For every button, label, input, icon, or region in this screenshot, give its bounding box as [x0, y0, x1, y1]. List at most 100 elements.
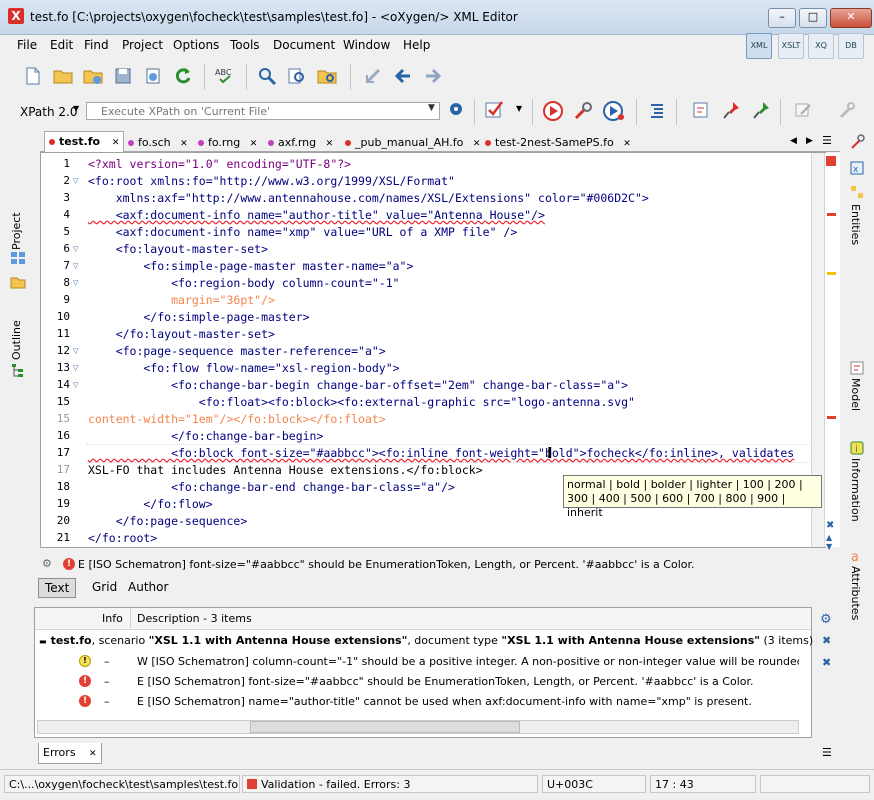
close-tab-icon[interactable]: ✕ [326, 139, 334, 149]
xpath-results-icon[interactable]: x [849, 160, 865, 176]
attributes-icon[interactable]: a [849, 548, 865, 565]
tool-disabled-icon[interactable] [836, 100, 858, 122]
menu-window[interactable]: Window [343, 38, 390, 52]
xpath-input[interactable]: Execute XPath on 'Current File' [86, 102, 440, 120]
results-scrollbar-thumb[interactable] [250, 721, 520, 733]
tab-axf-rng[interactable]: axf.rng ✕ [268, 136, 333, 153]
find-in-folder-icon[interactable] [316, 66, 338, 88]
menu-find[interactable]: Find [84, 38, 109, 52]
warning-marker[interactable] [827, 272, 836, 275]
tab-fo-rng[interactable]: fo.rng ✕ [198, 136, 257, 153]
tools-icon[interactable] [849, 134, 865, 150]
tab-grid-mode[interactable]: Grid [86, 578, 123, 596]
editor-perspective-button[interactable]: XML [746, 33, 772, 59]
project-view-icon[interactable] [10, 250, 26, 266]
remove-all-results-icon[interactable]: ✖ [822, 656, 831, 669]
fold-toggle-icon[interactable]: ▽ [73, 279, 78, 287]
reload-icon[interactable] [172, 66, 194, 88]
fold-toggle-icon[interactable]: ▽ [73, 177, 78, 185]
column-header-description[interactable]: Description - 3 items [137, 612, 252, 625]
xpath-history-dropdown-icon[interactable]: ▼ [428, 103, 435, 113]
close-tab-icon[interactable]: ✕ [623, 139, 631, 149]
fold-toggle-icon[interactable]: ▽ [73, 262, 78, 270]
debug-transformation-icon[interactable] [602, 100, 624, 122]
fold-toggle-icon[interactable]: ▽ [73, 364, 78, 372]
entities-view-tab[interactable]: Entities [849, 204, 862, 254]
apply-transformation-icon[interactable] [542, 100, 564, 122]
xpath-version-selector[interactable]: XPath 2.0 [20, 105, 77, 119]
results-settings-gear-icon[interactable]: ⚙ [820, 612, 832, 627]
tab-list-menu-icon[interactable]: ☰ [822, 134, 832, 147]
fold-toggle-icon[interactable]: ▽ [73, 347, 78, 355]
error-marker[interactable] [827, 416, 836, 419]
back-arrow-icon[interactable] [392, 66, 414, 88]
save-to-url-icon[interactable] [142, 66, 164, 88]
new-file-icon[interactable] [22, 66, 44, 88]
find-icon[interactable] [256, 66, 278, 88]
fold-toggle-icon[interactable]: ▽ [73, 245, 78, 253]
close-tab-icon[interactable]: ✕ [250, 139, 258, 149]
scroll-tabs-left-icon[interactable]: ◀ [790, 136, 797, 146]
previous-marker-icon[interactable]: ▲ [826, 533, 832, 542]
xpath-version-dropdown-icon[interactable]: ▼ [73, 104, 79, 113]
xquery-debugger-perspective-button[interactable]: XQ [808, 33, 834, 59]
fold-toggle-icon[interactable]: ▽ [73, 381, 78, 389]
spell-check-icon[interactable]: ABC [214, 66, 236, 88]
validate-options-dropdown-icon[interactable]: ▼ [516, 104, 522, 113]
collapse-group-icon[interactable]: ▬ [39, 637, 47, 646]
tab-test-fo[interactable]: test.fo ✕ [44, 131, 125, 152]
errors-view-tab[interactable]: Errors ✕ [38, 743, 102, 764]
model-view-tab[interactable]: Model [849, 378, 862, 418]
forward-arrow-icon[interactable] [422, 66, 444, 88]
open-project-icon[interactable] [10, 274, 26, 290]
message-settings-icon[interactable]: ⚙ [42, 557, 52, 570]
close-window-button[interactable]: ✕ [830, 8, 872, 28]
attributes-view-tab[interactable]: Attributes [849, 566, 862, 622]
information-icon[interactable]: i [849, 440, 865, 456]
entities-icon[interactable] [849, 184, 865, 200]
error-status-indicator-icon[interactable] [826, 156, 836, 166]
view-menu-icon[interactable]: ☰ [822, 746, 832, 759]
outline-view-tab[interactable]: Outline [10, 320, 23, 360]
tab-fo-sch[interactable]: fo.sch ✕ [128, 136, 188, 153]
menu-document[interactable]: Document [273, 38, 335, 52]
tab-test-2nest-sameps-fo[interactable]: test-2nest-SamePS.fo ✕ [485, 136, 631, 153]
menu-file[interactable]: File [17, 38, 37, 52]
oxygen-app-icon[interactable]: X [8, 8, 24, 24]
pin-green-icon[interactable] [750, 100, 772, 122]
menu-project[interactable]: Project [122, 38, 163, 52]
close-tab-icon[interactable]: ✕ [180, 139, 188, 149]
database-perspective-button[interactable]: DB [838, 33, 864, 59]
remove-result-icon[interactable]: ✖ [822, 634, 831, 647]
menu-edit[interactable]: Edit [50, 38, 73, 52]
scroll-tabs-right-icon[interactable]: ▶ [806, 136, 813, 146]
close-tab-icon[interactable]: ✕ [473, 139, 481, 149]
next-marker-icon[interactable]: ▼ [826, 542, 832, 551]
validate-icon[interactable] [484, 100, 506, 122]
xml-refactoring-icon[interactable] [690, 100, 712, 122]
edit-disabled-icon[interactable] [792, 100, 814, 122]
open-url-icon[interactable] [82, 66, 104, 88]
last-edit-icon[interactable] [362, 66, 384, 88]
status-validation[interactable]: Validation - failed. Errors: 3 [242, 775, 538, 793]
tab-author-mode[interactable]: Author [122, 578, 174, 596]
open-folder-icon[interactable] [52, 66, 74, 88]
pin-red-icon[interactable] [720, 100, 742, 122]
menu-tools[interactable]: Tools [230, 38, 260, 52]
menu-help[interactable]: Help [403, 38, 430, 52]
close-tab-icon[interactable]: ✕ [89, 749, 97, 759]
save-icon[interactable] [112, 66, 134, 88]
xslt-debugger-perspective-button[interactable]: XSLT [778, 33, 804, 59]
outline-view-icon[interactable] [10, 362, 26, 378]
minimize-button[interactable]: – [768, 8, 796, 28]
format-indent-icon[interactable] [646, 100, 668, 122]
xpath-settings-gear-icon[interactable] [445, 100, 467, 122]
configure-transformation-icon[interactable] [572, 100, 594, 122]
tab-pub-manual-ah-fo[interactable]: _pub_manual_AH.fo ✕ [345, 136, 480, 153]
maximize-button[interactable]: □ [799, 8, 827, 28]
model-icon[interactable] [849, 360, 865, 376]
clear-markers-icon[interactable]: ✖ [826, 520, 834, 531]
close-tab-icon[interactable]: ✕ [112, 138, 120, 148]
project-view-tab[interactable]: Project [10, 210, 23, 250]
menu-options[interactable]: Options [173, 38, 219, 52]
